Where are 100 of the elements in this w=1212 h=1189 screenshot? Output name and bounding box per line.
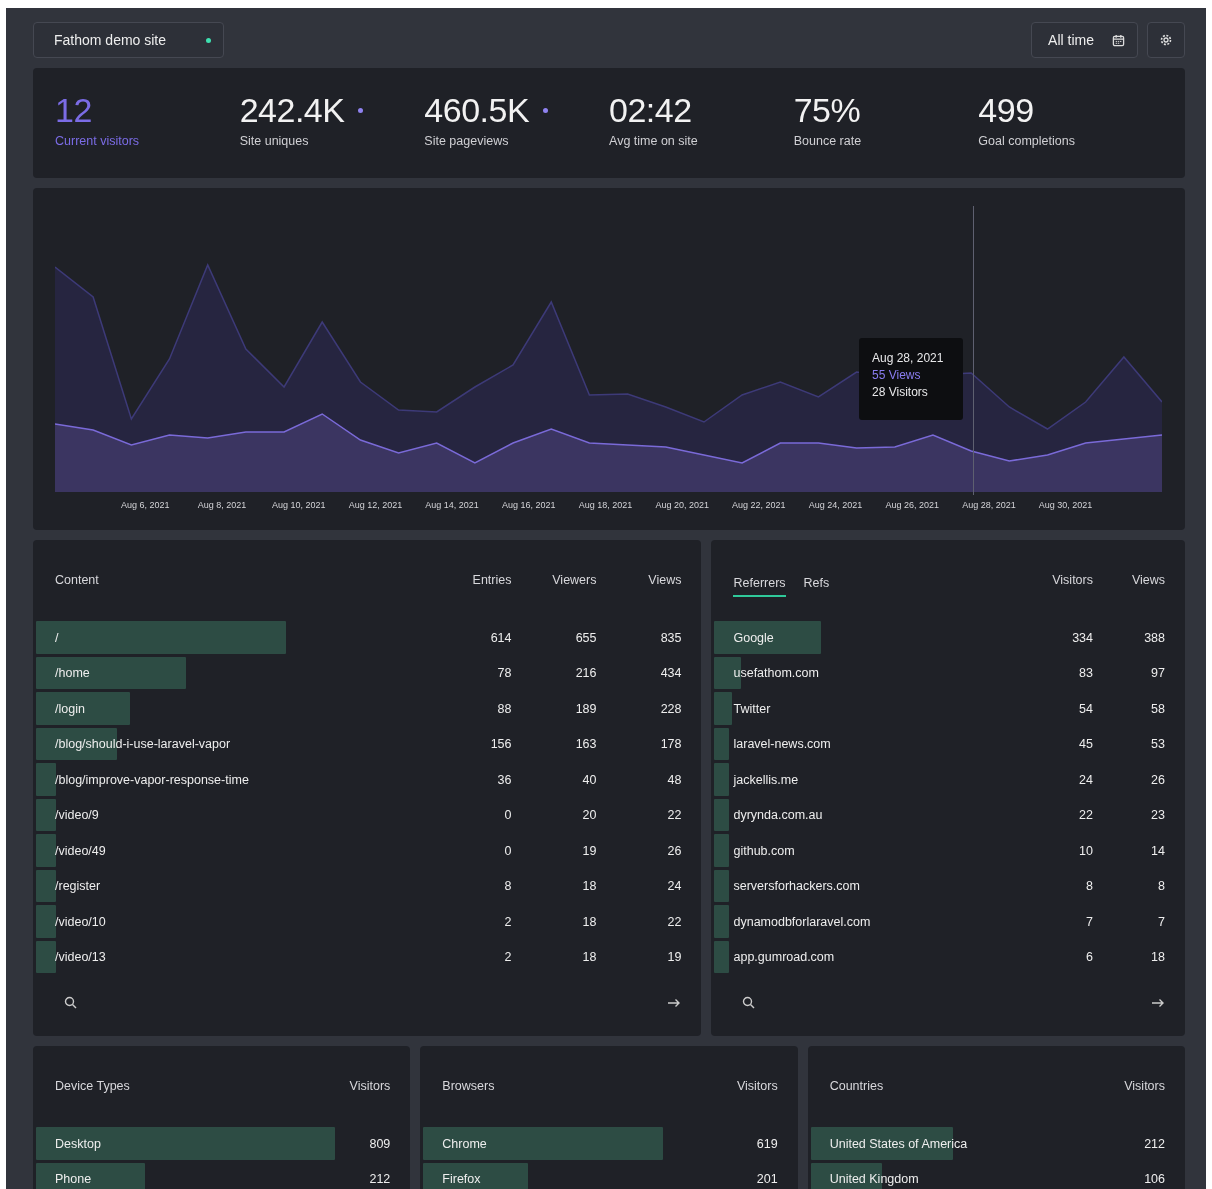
row-label[interactable]: Phone	[55, 1172, 311, 1187]
bar-fill	[714, 905, 729, 938]
table-cell-text: 835	[659, 630, 682, 645]
axis-label: Aug 24, 2021	[807, 500, 864, 510]
stat-label: Current visitors	[55, 134, 141, 148]
bar-fill	[714, 798, 729, 831]
referrer-link[interactable]: dyrynda.com.au	[733, 808, 1021, 823]
table-cell-text: 7	[1085, 914, 1093, 929]
row-label[interactable]: Desktop	[55, 1136, 311, 1151]
table-cell-text: 614	[489, 630, 512, 645]
axis-label: Aug 20, 2021	[654, 500, 710, 510]
axis-label: Aug 22, 2021	[731, 500, 787, 510]
referrer-link[interactable]: app.gumroad.com	[733, 950, 1021, 965]
row-label[interactable]: United States of America	[829, 1136, 1085, 1151]
page-link[interactable]: /register	[55, 879, 427, 894]
site-selector[interactable]: Fathom demo site	[33, 22, 225, 58]
table-cell-text: 619	[755, 1136, 778, 1151]
date-range-button[interactable]: All time	[1031, 22, 1138, 58]
page-link[interactable]: /blog/should-i-use-laravel-vapor	[55, 737, 427, 752]
referrer-link[interactable]: laravel-news.com	[733, 737, 1021, 752]
column-header: Views	[647, 573, 682, 587]
tab[interactable]: Referrers	[733, 570, 786, 597]
page-link[interactable]: /blog/improve-vapor-response-time	[55, 772, 427, 787]
column-header: Visitors	[348, 1079, 391, 1093]
page-link[interactable]: /video/49	[55, 843, 427, 858]
tooltip-visitors: 28 Visitors	[872, 385, 929, 399]
table-cell-text: 53	[1150, 737, 1165, 752]
page-link[interactable]: /home	[55, 666, 427, 681]
table-cell-text: 2	[503, 914, 512, 929]
tooltip-date: Aug 28, 2021	[872, 351, 945, 365]
page-link[interactable]: /video/9	[55, 808, 427, 823]
row-label[interactable]: United Kingdom	[829, 1172, 1085, 1187]
axis-label: Aug 14, 2021	[424, 500, 480, 510]
row-label[interactable]: Chrome	[442, 1136, 698, 1151]
axis-label: Aug 6, 2021	[120, 500, 171, 510]
search-icon[interactable]	[64, 996, 77, 1009]
axis-label: Aug 30, 2021	[1037, 500, 1094, 510]
table-cell-text: 106	[1143, 1172, 1165, 1187]
stat-value: 75%	[793, 90, 861, 130]
table-cell-text: 163	[574, 737, 597, 752]
calendar-icon	[1112, 33, 1125, 47]
stat-value: 02:42	[609, 90, 692, 130]
tab[interactable]: Refs	[803, 570, 830, 597]
page-link[interactable]: /	[55, 630, 427, 645]
table-cell-text: 22	[666, 808, 682, 823]
status-dot-icon	[206, 37, 212, 43]
stat-label: Bounce rate	[793, 134, 863, 148]
arrow-right-icon[interactable]	[1152, 997, 1165, 1008]
table-cell-text: 178	[659, 737, 682, 752]
table-cell-text: 8	[1157, 879, 1165, 894]
referrer-link[interactable]: github.com	[733, 843, 1021, 858]
referrer-link[interactable]: dynamodbforlaravel.com	[733, 914, 1021, 929]
table-cell-text: 22	[666, 914, 682, 929]
axis-label: Aug 18, 2021	[577, 500, 634, 510]
table-cell-text: 83	[1078, 666, 1093, 681]
arrow-right-icon[interactable]	[668, 997, 682, 1008]
column-header: Countries	[829, 1079, 885, 1093]
stat-label: Goal completions	[978, 134, 1076, 148]
referrer-link[interactable]: jackellis.me	[733, 772, 1021, 787]
table-cell-text: 388	[1143, 630, 1165, 645]
stat-value: 242.4K	[239, 90, 345, 130]
table-cell-text: 45	[1078, 737, 1093, 752]
page-link[interactable]: /login	[55, 701, 427, 716]
page-link[interactable]: /video/13	[55, 950, 427, 965]
referrer-link[interactable]: Twitter	[733, 701, 1021, 716]
table-cell-text: 201	[755, 1172, 778, 1187]
table-cell-text: 19	[581, 843, 597, 858]
axis-label: Aug 26, 2021	[884, 500, 940, 510]
tooltip-views: 55 Views	[872, 368, 922, 382]
referrer-link[interactable]: serversforhackers.com	[733, 879, 1021, 894]
bar-fill	[714, 763, 729, 796]
table-cell-text: 18	[581, 879, 597, 894]
bar-fill	[714, 940, 729, 973]
table-cell-text: 88	[496, 701, 512, 716]
stat-label: Site uniques	[239, 134, 310, 148]
table-cell-text: 40	[581, 772, 597, 787]
column-header: Visitors	[1123, 1079, 1165, 1093]
table-cell-text: 19	[666, 950, 682, 965]
search-icon[interactable]	[742, 996, 756, 1009]
table-cell-text: 26	[1150, 772, 1165, 787]
bar-fill	[714, 727, 729, 760]
table-cell-text: 0	[503, 808, 512, 823]
table-cell-text: 334	[1071, 630, 1093, 645]
table-cell-text: 809	[368, 1136, 391, 1151]
table-cell-text: 18	[581, 950, 597, 965]
row-label[interactable]: Firefox	[442, 1172, 698, 1187]
column-header: Entries	[471, 573, 512, 587]
table-cell-text: 189	[574, 701, 597, 716]
referrer-link[interactable]: usefathom.com	[733, 666, 1021, 681]
table-cell-text: 212	[368, 1172, 391, 1187]
page-link[interactable]: /video/10	[55, 914, 427, 929]
table-cell-text: 36	[496, 772, 512, 787]
referrer-link[interactable]: Google	[733, 630, 1021, 645]
axis-label: Aug 12, 2021	[347, 500, 404, 510]
settings-button[interactable]	[1147, 22, 1185, 58]
settings-icon	[1159, 33, 1173, 47]
table-cell-text: 97	[1150, 666, 1165, 681]
table-cell-text: 228	[659, 701, 682, 716]
bar-fill	[714, 869, 729, 902]
stat-label: Avg time on site	[609, 134, 699, 148]
